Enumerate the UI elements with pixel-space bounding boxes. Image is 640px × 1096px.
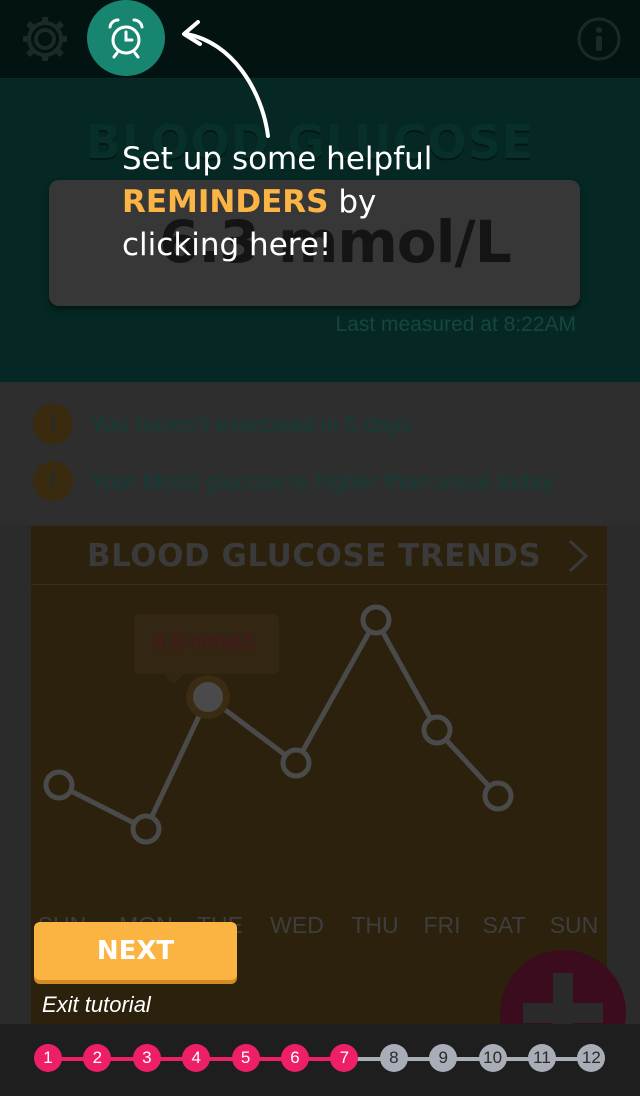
tip-accent: REMINDERS (122, 184, 329, 220)
step-dot: 7 (330, 1044, 359, 1072)
step-dot: 10 (478, 1044, 507, 1072)
data-point[interactable] (43, 769, 75, 801)
step-dot: 12 (577, 1044, 606, 1072)
data-point[interactable] (482, 780, 514, 812)
step-dot: 3 (132, 1044, 161, 1072)
step-dot: 2 (83, 1044, 112, 1072)
step-dot: 11 (528, 1044, 556, 1072)
data-point[interactable] (130, 813, 162, 845)
tutorial-tip: Set up some helpful REMINDERS by clickin… (122, 138, 452, 267)
step-dot: 5 (231, 1044, 260, 1072)
exit-tutorial-link[interactable]: Exit tutorial (42, 992, 151, 1018)
data-point[interactable] (193, 682, 223, 712)
day-label: SAT (482, 912, 526, 938)
day-label: WED (270, 912, 324, 938)
data-point[interactable] (360, 604, 392, 636)
step-dot: 8 (379, 1044, 408, 1072)
data-point[interactable] (280, 747, 312, 779)
data-point[interactable] (421, 714, 453, 746)
step-dot: 1 (34, 1044, 62, 1072)
step-dot: 4 (182, 1044, 211, 1072)
next-button[interactable]: NEXT (34, 922, 237, 980)
day-label: FRI (423, 912, 461, 938)
tutorial-progress: 1 2 3 4 5 6 7 8 9 10 11 12 (0, 1040, 640, 1080)
app: BLOOD GLUCOSE 6.3 mmol/L Last measured a… (0, 0, 640, 1096)
day-label: SUN (549, 912, 599, 938)
tip-text-before: Set up some helpful (122, 141, 433, 177)
step-dot: 9 (429, 1044, 458, 1072)
step-dot: 6 (281, 1044, 309, 1072)
day-label: THU (351, 912, 399, 938)
